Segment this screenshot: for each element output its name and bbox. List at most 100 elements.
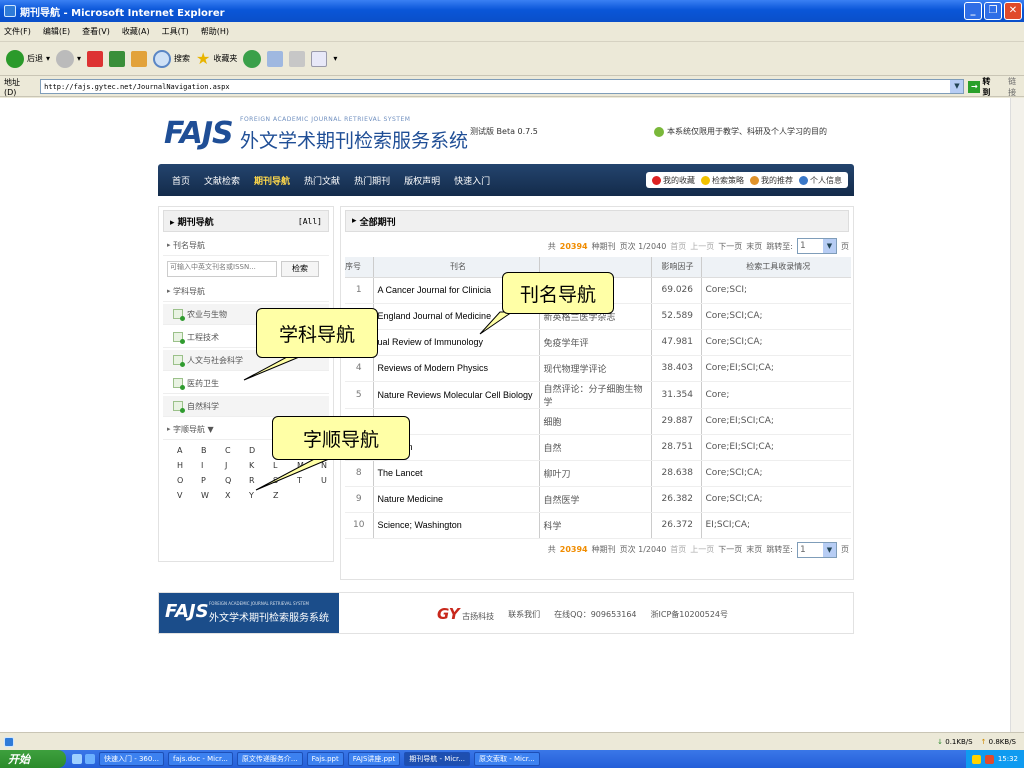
alpha-letter[interactable]: K [249, 461, 273, 470]
journal-name[interactable]: Reviews of Modern Physics [372, 355, 539, 382]
forward-button[interactable]: ▾ [56, 49, 81, 68]
menu-help[interactable]: 帮助(H) [201, 26, 229, 37]
alpha-letter[interactable]: H [177, 461, 201, 470]
journal-name[interactable]: Nature Reviews Molecular Cell Biology [372, 381, 539, 409]
history-icon[interactable] [243, 49, 262, 68]
my-favorites-link[interactable]: 我的收藏 [652, 175, 695, 186]
pager-prev[interactable]: 上一页 [690, 241, 714, 252]
nav-hot-articles[interactable]: 热门文献 [304, 174, 340, 187]
table-row[interactable]: 10 Science; Washington 科学 26.372 EI;SCI;CA; [345, 512, 851, 539]
pager-prev[interactable]: 上一页 [690, 544, 714, 555]
menu-edit[interactable]: 编辑(E) [43, 26, 70, 37]
pager-first[interactable]: 首页 [670, 241, 686, 252]
my-recommendations-link[interactable]: 我的推荐 [750, 175, 793, 186]
home-icon[interactable] [131, 50, 148, 67]
menu-file[interactable]: 文件(F) [4, 26, 31, 37]
subject-item-natural-science[interactable]: 自然科学 [163, 396, 329, 417]
journal-name[interactable]: Science; Washington [372, 512, 539, 539]
favorites-button[interactable]: ★ 收藏夹 [196, 49, 237, 68]
task-request[interactable]: 原文索取 - Micr... [473, 752, 540, 766]
edit-icon[interactable] [311, 50, 328, 67]
alpha-letter[interactable]: X [225, 491, 249, 500]
task-fajs-ppt[interactable]: Fajs.ppt [306, 752, 344, 766]
alpha-letter[interactable]: Q [225, 476, 249, 485]
start-button[interactable]: 开始 [0, 750, 66, 768]
alpha-letter[interactable]: T [297, 476, 321, 485]
alpha-letter[interactable]: V [177, 491, 201, 500]
nav-copyright[interactable]: 版权声明 [404, 174, 440, 187]
alpha-letter[interactable]: R [249, 476, 273, 485]
journal-search-button[interactable]: 检索 [281, 260, 319, 277]
alpha-letter[interactable]: Z [273, 491, 297, 500]
menu-tools[interactable]: 工具(T) [162, 26, 189, 37]
menu-favorites[interactable]: 收藏(A) [122, 26, 150, 37]
nav-search[interactable]: 文献检索 [204, 174, 240, 187]
personal-info-link[interactable]: 个人信息 [799, 175, 842, 186]
search-button[interactable]: 搜索 [153, 49, 190, 68]
pager-first[interactable]: 首页 [670, 544, 686, 555]
alpha-letter[interactable]: O [177, 476, 201, 485]
alpha-letter[interactable]: D [249, 446, 273, 455]
links-label[interactable]: 链接 [1008, 76, 1024, 98]
menu-view[interactable]: 查看(V) [82, 26, 110, 37]
site-logo[interactable]: FAJS [164, 116, 234, 151]
task-quickstart[interactable]: 快速入门 - 360... [99, 752, 165, 766]
alpha-letter[interactable]: Y [249, 491, 273, 500]
journal-name[interactable]: ual Review of Immunology [372, 329, 539, 356]
page-select[interactable]: 1 ▼ [797, 238, 837, 254]
search-strategy-link[interactable]: 检索策略 [701, 175, 744, 186]
journal-name[interactable]: Nature Medicine [372, 486, 539, 513]
sidebar-all-link[interactable]: [All] [298, 217, 322, 226]
table-row[interactable]: 4 Reviews of Modern Physics 现代物理学评论 38.403 C… [345, 355, 851, 382]
refresh-icon[interactable] [109, 50, 126, 67]
minimize-button[interactable]: _ [964, 2, 982, 20]
tray-icon[interactable] [971, 754, 981, 764]
task-journal-nav[interactable]: 期刊导航 - Micr... [404, 752, 470, 766]
page-select[interactable]: 1 ▼ [797, 541, 837, 558]
table-row[interactable]: 8 The Lancet 柳叶刀 28.638 Core;SCI;CA; [345, 460, 851, 487]
journal-search-input[interactable]: 可输入中英文刊名或ISSN... [167, 260, 277, 277]
alpha-letter[interactable]: S [273, 476, 297, 485]
tray-icon[interactable] [984, 754, 994, 764]
nav-hot-journals[interactable]: 热门期刊 [354, 174, 390, 187]
table-row[interactable]: ; London自然28.751Core;EI;SCI;CA; [345, 434, 851, 461]
maximize-button[interactable]: ❐ [984, 2, 1002, 20]
task-fajs-doc[interactable]: fajs.doc - Micr... [168, 752, 233, 766]
alpha-letter[interactable]: P [201, 476, 225, 485]
desktop-icon[interactable] [72, 754, 82, 764]
nav-journal-navigation[interactable]: 期刊导航 [254, 174, 290, 187]
alpha-letter[interactable]: M [297, 461, 321, 470]
task-delivery[interactable]: 原文传递服务介... [236, 752, 303, 766]
alpha-letter[interactable]: J [225, 461, 249, 470]
pager-next[interactable]: 下一页 [718, 544, 742, 555]
table-row[interactable]: 3ual Review of Immunology免疫学年评47.981Core… [345, 329, 851, 356]
go-button[interactable]: → 转到 [968, 76, 998, 98]
address-input[interactable]: http://fajs.gytec.net/JournalNavigation.… [40, 79, 965, 94]
nav-quick-start[interactable]: 快速入门 [454, 174, 490, 187]
journal-name[interactable]: The Lancet [372, 460, 539, 487]
alpha-letter[interactable]: I [201, 461, 225, 470]
table-row[interactable]: 5 Nature Reviews Molecular Cell Biology 自然… [345, 381, 851, 409]
contact-link[interactable]: 联系我们 [508, 609, 540, 620]
table-row[interactable]: 9 Nature Medicine 自然医学 26.382 Core;SCI;CA; [345, 486, 851, 513]
back-button[interactable]: 后退 ▾ [6, 49, 50, 68]
vertical-scrollbar[interactable] [1010, 98, 1024, 732]
stop-icon[interactable] [87, 50, 104, 67]
mail-icon[interactable] [267, 50, 284, 67]
alpha-letter[interactable]: L [273, 461, 297, 470]
table-row[interactable]: 细胞 29.887 Core;EI;SCI;CA; [345, 408, 851, 435]
address-dropdown-icon[interactable]: ▼ [950, 80, 964, 93]
pager-last[interactable]: 末页 [746, 241, 762, 252]
alpha-letter[interactable]: A [177, 446, 201, 455]
pager-last[interactable]: 末页 [746, 544, 762, 555]
task-fajs-lecture[interactable]: FAJS讲座.ppt [347, 752, 401, 766]
ie-quicklaunch-icon[interactable] [85, 754, 95, 764]
close-button[interactable]: ✕ [1004, 2, 1022, 20]
subject-item-medicine[interactable]: 医药卫生 [163, 373, 329, 394]
alpha-letter[interactable]: B [201, 446, 225, 455]
alpha-letter[interactable]: W [201, 491, 225, 500]
alpha-letter[interactable]: C [225, 446, 249, 455]
print-icon[interactable] [289, 50, 306, 67]
nav-home[interactable]: 首页 [172, 174, 190, 187]
pager-next[interactable]: 下一页 [718, 241, 742, 252]
